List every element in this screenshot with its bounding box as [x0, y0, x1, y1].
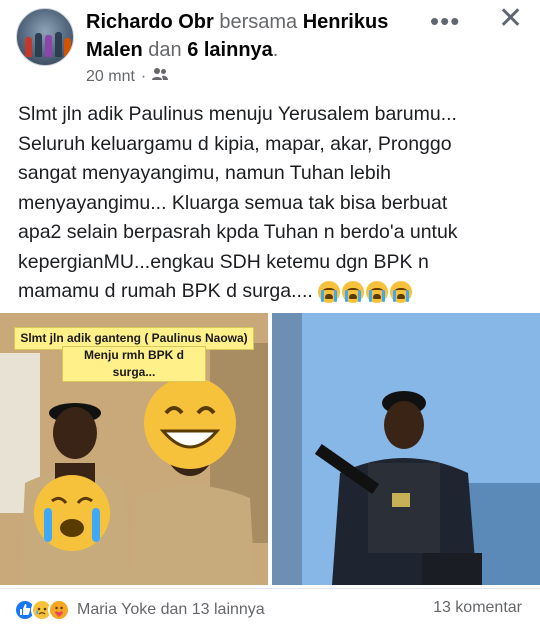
- photo-caption-line2: Menju rmh BPK d surga...: [62, 346, 206, 382]
- reactions-text[interactable]: Maria Yoke dan 13 lainnya: [77, 601, 265, 619]
- friends-icon: [152, 67, 169, 86]
- crying-face-icon: [366, 280, 389, 303]
- comments-count[interactable]: 13 komentar: [433, 599, 522, 617]
- author-avatar[interactable]: [16, 8, 74, 66]
- post-time[interactable]: 20 mnt: [86, 68, 135, 86]
- crying-face-icon: [390, 280, 413, 303]
- author-name[interactable]: Richardo Obr: [86, 11, 214, 33]
- close-icon[interactable]: ✕: [498, 4, 523, 34]
- crying-face-icon: [318, 280, 341, 303]
- crying-face-icon: [342, 280, 365, 303]
- post-photos: Slmt jln adik ganteng ( Paulinus Naowa) …: [0, 313, 540, 585]
- post-text-line: mamamu d rumah BPK d surga....: [18, 280, 313, 302]
- post-text: Slmt jln adik Paulinus menuju Yerusalem …: [18, 100, 528, 307]
- post-footer: Maria Yoke dan 13 lainnya 13 komentar: [0, 588, 540, 636]
- and-word: dan: [148, 39, 182, 61]
- post-text-line: menyayangimu... Kluarga semua tak bisa b…: [18, 191, 448, 214]
- post-author-line: Richardo Obr bersama Henrikus Malen dan …: [86, 11, 389, 61]
- post-text-line: kepergianMU...engkau SDH ketemu dgn BPK …: [18, 250, 429, 273]
- grinning-emoji-icon: [144, 377, 236, 469]
- crying-emoji-group: [318, 280, 413, 303]
- photo-left[interactable]: Slmt jln adik ganteng ( Paulinus Naowa) …: [0, 313, 268, 585]
- with-word: bersama: [219, 11, 298, 33]
- more-options-icon[interactable]: •••: [430, 6, 460, 37]
- post-text-last-line: mamamu d rumah BPK d surga....: [18, 277, 528, 307]
- post-text-line: Slmt jln adik Paulinus menuju Yerusalem …: [18, 103, 457, 125]
- photo-right[interactable]: [272, 313, 540, 585]
- post-text-line: Seluruh keluargamu d kipia, mapar, akar,…: [18, 132, 452, 155]
- post-text-line: apa2 selain berpasrah kpda Tuhan n berdo…: [18, 221, 458, 243]
- post-header: Richardo Obr bersama Henrikus Malen dan …: [0, 0, 540, 92]
- photo-right-scene: [272, 313, 540, 585]
- tagged-others[interactable]: 6 lainnya: [187, 39, 273, 61]
- post-text-line: sangat menyayangimu, namun Tuhan lebih: [18, 162, 391, 184]
- care-icon: [48, 599, 70, 621]
- reactions-summary[interactable]: Maria Yoke dan 13 lainnya: [14, 599, 265, 621]
- post-meta: 20 mnt ·: [86, 67, 169, 86]
